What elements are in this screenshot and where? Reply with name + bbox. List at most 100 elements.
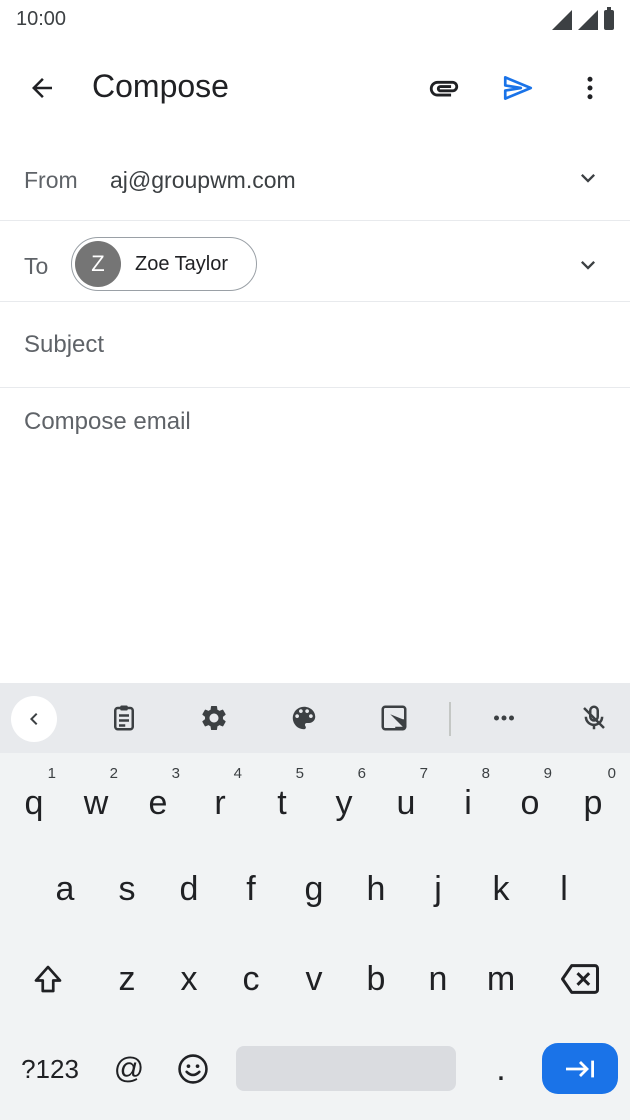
recipient-chip[interactable]: Z Zoe Taylor — [71, 237, 257, 291]
key-d[interactable]: d — [158, 849, 220, 929]
palette-icon — [292, 706, 316, 730]
to-expand-button[interactable] — [574, 251, 602, 279]
key-b[interactable]: b — [345, 939, 407, 1019]
key-label: r — [214, 783, 226, 822]
key-hint: 0 — [607, 765, 616, 782]
settings-button[interactable] — [194, 698, 234, 738]
key-hint: 7 — [419, 765, 428, 782]
keyboard-collapse-button[interactable] — [11, 696, 57, 742]
key-z[interactable]: z — [96, 939, 158, 1019]
from-address[interactable]: aj@groupwm.com — [110, 167, 296, 194]
battery-icon — [604, 7, 614, 30]
key-hint: 4 — [233, 765, 242, 782]
emoji-icon — [178, 1054, 208, 1084]
status-icons — [552, 7, 614, 30]
more-horiz-icon — [494, 715, 514, 721]
clipboard-button[interactable] — [104, 698, 144, 738]
backspace-key[interactable] — [536, 939, 624, 1019]
key-y[interactable]: y6 — [314, 763, 374, 843]
key-s[interactable]: s — [96, 849, 158, 929]
key-q[interactable]: q1 — [4, 763, 64, 843]
period-key[interactable]: . — [470, 1029, 532, 1109]
key-t[interactable]: t5 — [252, 763, 312, 843]
more-options-button[interactable] — [566, 64, 614, 112]
send-button[interactable] — [494, 64, 542, 112]
page-title: Compose — [92, 68, 229, 104]
wifi-signal-icon — [578, 10, 598, 30]
space-key[interactable] — [236, 1046, 456, 1091]
key-label: t — [277, 783, 287, 822]
at-key[interactable]: @ — [98, 1029, 160, 1109]
chevron-down-icon — [581, 174, 595, 183]
from-expand-button[interactable] — [574, 164, 602, 192]
from-row[interactable]: From aj@groupwm.com — [0, 138, 630, 221]
key-label: p — [583, 783, 603, 822]
toolbar-divider — [449, 702, 451, 736]
key-l[interactable]: l — [533, 849, 595, 929]
emoji-key[interactable] — [162, 1029, 224, 1109]
key-v[interactable]: v — [283, 939, 345, 1019]
gear-icon — [202, 706, 226, 730]
one-handed-button[interactable] — [374, 698, 414, 738]
key-label: i — [464, 783, 472, 822]
key-hint: 2 — [109, 765, 118, 782]
key-g[interactable]: g — [283, 849, 345, 929]
key-e[interactable]: e3 — [128, 763, 188, 843]
on-screen-keyboard: q1 w2 e3 r4 t5 y6 u7 i8 o9 p0 a s d f g … — [0, 683, 630, 1120]
more-vert-icon — [587, 76, 593, 100]
app-bar: Compose — [0, 50, 630, 124]
clipboard-icon — [114, 705, 134, 731]
key-p[interactable]: p0 — [562, 763, 624, 843]
to-label: To — [24, 253, 49, 279]
keyboard-toolbar — [0, 683, 630, 753]
key-label: w — [83, 783, 109, 822]
key-m[interactable]: m — [470, 939, 532, 1019]
resize-icon — [381, 705, 407, 731]
key-hint: 3 — [171, 765, 180, 782]
shift-icon — [34, 965, 62, 993]
key-o[interactable]: o9 — [500, 763, 560, 843]
back-button[interactable] — [18, 64, 66, 112]
subject-input[interactable] — [24, 327, 604, 363]
backspace-icon — [561, 964, 599, 994]
key-n[interactable]: n — [407, 939, 469, 1019]
to-row[interactable]: To Z Zoe Taylor — [0, 221, 630, 302]
key-h[interactable]: h — [345, 849, 407, 929]
key-label: y — [335, 783, 353, 822]
recipient-name: Zoe Taylor — [135, 252, 229, 275]
theme-button[interactable] — [284, 698, 324, 738]
more-tools-button[interactable] — [484, 698, 524, 738]
voice-input-button[interactable] — [574, 698, 614, 738]
status-bar: 10:00 — [0, 0, 630, 40]
key-k[interactable]: k — [470, 849, 532, 929]
key-x[interactable]: x — [158, 939, 220, 1019]
signal-icon — [552, 10, 572, 30]
compose-body-input[interactable] — [24, 408, 604, 658]
key-u[interactable]: u7 — [376, 763, 436, 843]
attach-button[interactable] — [420, 64, 468, 112]
attachment-icon — [429, 80, 459, 97]
key-label: e — [148, 783, 168, 822]
key-label: o — [520, 783, 540, 822]
key-label: u — [396, 783, 416, 822]
chevron-left-icon — [30, 713, 38, 725]
key-f[interactable]: f — [220, 849, 282, 929]
key-hint: 6 — [357, 765, 366, 782]
symbols-key[interactable]: ?123 — [10, 1029, 90, 1109]
key-i[interactable]: i8 — [438, 763, 498, 843]
key-a[interactable]: a — [34, 849, 96, 929]
tab-arrow-icon — [566, 1060, 594, 1077]
shift-key[interactable] — [4, 939, 92, 1019]
status-time: 10:00 — [16, 8, 67, 30]
recipient-avatar: Z — [75, 241, 121, 287]
next-field-key[interactable] — [542, 1043, 618, 1094]
subject-row — [0, 302, 630, 388]
key-c[interactable]: c — [220, 939, 282, 1019]
key-w[interactable]: w2 — [66, 763, 126, 843]
key-r[interactable]: r4 — [190, 763, 250, 843]
chevron-down-icon — [581, 261, 595, 270]
key-j[interactable]: j — [407, 849, 469, 929]
key-hint: 8 — [481, 765, 490, 782]
key-hint: 5 — [295, 765, 304, 782]
send-icon — [503, 76, 533, 100]
